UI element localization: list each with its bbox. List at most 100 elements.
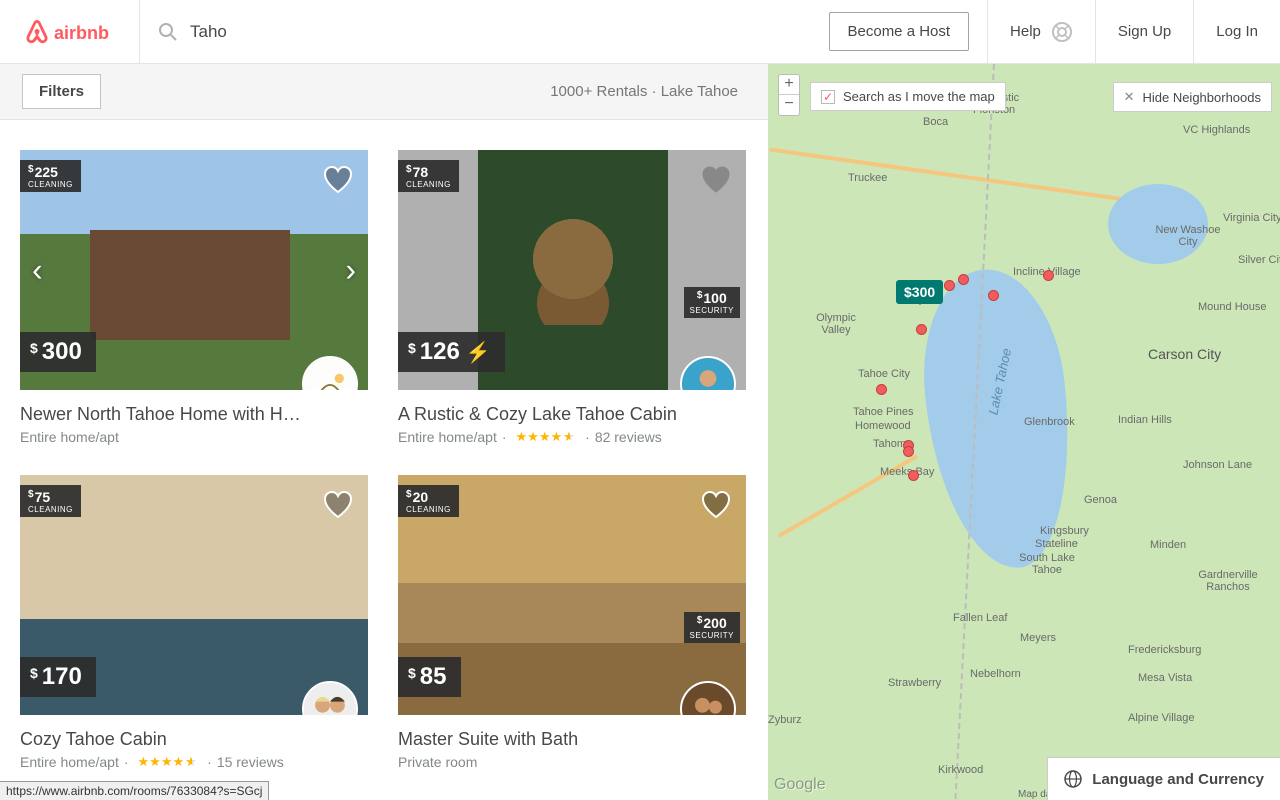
wishlist-heart-icon[interactable]: [322, 489, 354, 521]
filters-button[interactable]: Filters: [22, 74, 101, 109]
map-city-label: Gardnerville Ranchos: [1188, 569, 1268, 593]
price-badge: $85: [398, 657, 461, 697]
map-city-label: Strawberry: [888, 677, 941, 689]
map-city-label: Genoa: [1084, 494, 1117, 506]
host-avatar[interactable]: [680, 356, 736, 390]
map-listing-dot[interactable]: [944, 280, 955, 291]
listing-title[interactable]: Newer North Tahoe Home with H…: [20, 404, 320, 425]
search-icon: [158, 22, 178, 42]
map-canvas[interactable]: Lake Tahoe MysticBocaFloristonTruckeeVC …: [768, 64, 1280, 800]
checkbox-icon: ✓: [821, 90, 835, 104]
search-as-move-toggle[interactable]: ✓ Search as I move the map: [810, 82, 1006, 111]
map-listing-dot[interactable]: [876, 384, 887, 395]
fee-badge: 75CLEANING: [20, 485, 81, 517]
listing-meta: Entire home/apt ★★★★★★ 15 reviews: [20, 754, 368, 770]
map-listing-dot[interactable]: [903, 446, 914, 457]
map-listing-dot[interactable]: [916, 324, 927, 335]
lifesaver-icon: [1051, 21, 1073, 43]
map-listing-dot[interactable]: [988, 290, 999, 301]
wishlist-heart-icon[interactable]: [700, 489, 732, 521]
map-city-label: South Lake Tahoe: [1012, 552, 1082, 576]
listing-photo[interactable]: 78CLEANING 100SECURITY $126⚡: [398, 150, 746, 390]
map-panel[interactable]: Lake Tahoe MysticBocaFloristonTruckeeVC …: [768, 64, 1280, 800]
map-city-label: Silver City: [1238, 254, 1280, 266]
map-city-label: VC Highlands: [1183, 124, 1250, 136]
security-badge: 100SECURITY: [684, 287, 740, 318]
next-photo-arrow[interactable]: ›: [345, 252, 356, 289]
listing-card[interactable]: 78CLEANING 100SECURITY $126⚡ A Rustic & …: [398, 150, 746, 445]
map-city-label: Indian Hills: [1118, 414, 1172, 426]
map-city-label: Kirkwood: [938, 764, 983, 776]
map-city-label: Carson City: [1148, 346, 1221, 362]
listing-card[interactable]: 75CLEANING $170 Cozy Tahoe Cabin Entire …: [20, 475, 368, 770]
host-avatar[interactable]: [302, 681, 358, 715]
map-listing-dot[interactable]: [1043, 270, 1054, 281]
listing-meta: Entire home/apt ★★★★★★ 82 reviews: [398, 429, 746, 445]
fee-badge: 20CLEANING: [398, 485, 459, 517]
listing-card[interactable]: 20CLEANING 200SECURITY $85 Master Suite …: [398, 475, 746, 770]
map-city-label: New Washoe City: [1148, 224, 1228, 248]
google-logo: Google: [774, 776, 826, 794]
map-city-label: Fallen Leaf: [953, 612, 1007, 624]
map-city-label: Tahoe City: [858, 368, 910, 380]
results-summary: 1000+ Rentals · Lake Tahoe: [550, 83, 738, 100]
wishlist-heart-icon[interactable]: [322, 164, 354, 196]
listing-meta: Private room: [398, 754, 746, 770]
zoom-in-button[interactable]: +: [779, 75, 799, 95]
listing-photo[interactable]: 225CLEANING ‹ › $300: [20, 150, 368, 390]
map-price-pin[interactable]: $300: [896, 280, 943, 304]
listing-title[interactable]: Master Suite with Bath: [398, 729, 698, 750]
listing-card[interactable]: 225CLEANING ‹ › $300 Newer North Tahoe H…: [20, 150, 368, 445]
svg-text:airbnb: airbnb: [54, 23, 109, 43]
nav-help[interactable]: Help: [987, 0, 1095, 64]
map-city-label: Homewood: [855, 420, 911, 432]
listing-title[interactable]: A Rustic & Cozy Lake Tahoe Cabin: [398, 404, 698, 425]
map-city-label: Zyburz: [768, 714, 802, 726]
wishlist-heart-icon[interactable]: [700, 164, 732, 196]
listing-photo[interactable]: 20CLEANING 200SECURITY $85: [398, 475, 746, 715]
price-badge: $170: [20, 657, 96, 697]
zoom-out-button[interactable]: −: [779, 95, 799, 115]
listing-photo[interactable]: 75CLEANING $170: [20, 475, 368, 715]
close-icon: ✕: [1124, 89, 1135, 105]
map-city-label: Alpine Village: [1128, 712, 1194, 724]
map-city-label: Mound House: [1198, 301, 1267, 313]
search-box[interactable]: [140, 22, 829, 42]
status-bar-url: https://www.airbnb.com/rooms/7633084?s=S…: [0, 781, 269, 800]
listing-meta: Entire home/apt: [20, 429, 368, 445]
map-city-label: Minden: [1150, 539, 1186, 551]
host-avatar[interactable]: [302, 356, 358, 390]
nav-log-in[interactable]: Log In: [1193, 0, 1280, 64]
security-badge: 200SECURITY: [684, 612, 740, 643]
map-listing-dot[interactable]: [908, 470, 919, 481]
fee-badge: 78CLEANING: [398, 160, 459, 192]
become-host-button[interactable]: Become a Host: [829, 12, 970, 51]
map-listing-dot[interactable]: [958, 274, 969, 285]
map-city-label: Meyers: [1020, 632, 1056, 644]
map-city-label: Glenbrook: [1024, 416, 1075, 428]
map-city-label: Nebelhorn: [970, 668, 1021, 680]
help-label: Help: [1010, 23, 1041, 40]
star-rating-icon: ★★★★★★: [138, 754, 199, 770]
host-avatar[interactable]: [680, 681, 736, 715]
listings-panel[interactable]: 225CLEANING ‹ › $300 Newer North Tahoe H…: [0, 120, 768, 800]
logo[interactable]: airbnb: [0, 0, 140, 64]
map-city-label: Mesa Vista: [1138, 672, 1192, 684]
listing-title[interactable]: Cozy Tahoe Cabin: [20, 729, 320, 750]
map-city-label: Stateline: [1035, 538, 1078, 550]
fee-badge: 225CLEANING: [20, 160, 81, 192]
map-city-label: Olympic Valley: [806, 312, 866, 336]
prev-photo-arrow[interactable]: ‹: [32, 252, 43, 289]
globe-icon: [1064, 770, 1082, 788]
language-currency-button[interactable]: Language and Currency: [1047, 757, 1280, 800]
map-city-label: Truckee: [848, 172, 887, 184]
star-rating-icon: ★★★★★★: [516, 429, 577, 445]
map-city-label: Kingsbury: [1040, 525, 1089, 537]
hide-neighborhoods-button[interactable]: ✕ Hide Neighborhoods: [1113, 82, 1272, 112]
nav-sign-up[interactable]: Sign Up: [1095, 0, 1193, 64]
airbnb-logo-icon: airbnb: [22, 16, 118, 48]
search-input[interactable]: [190, 22, 811, 42]
map-zoom: + −: [778, 74, 800, 116]
map-city-label: Fredericksburg: [1128, 644, 1201, 656]
map-city-label: Virginia City: [1223, 212, 1280, 224]
